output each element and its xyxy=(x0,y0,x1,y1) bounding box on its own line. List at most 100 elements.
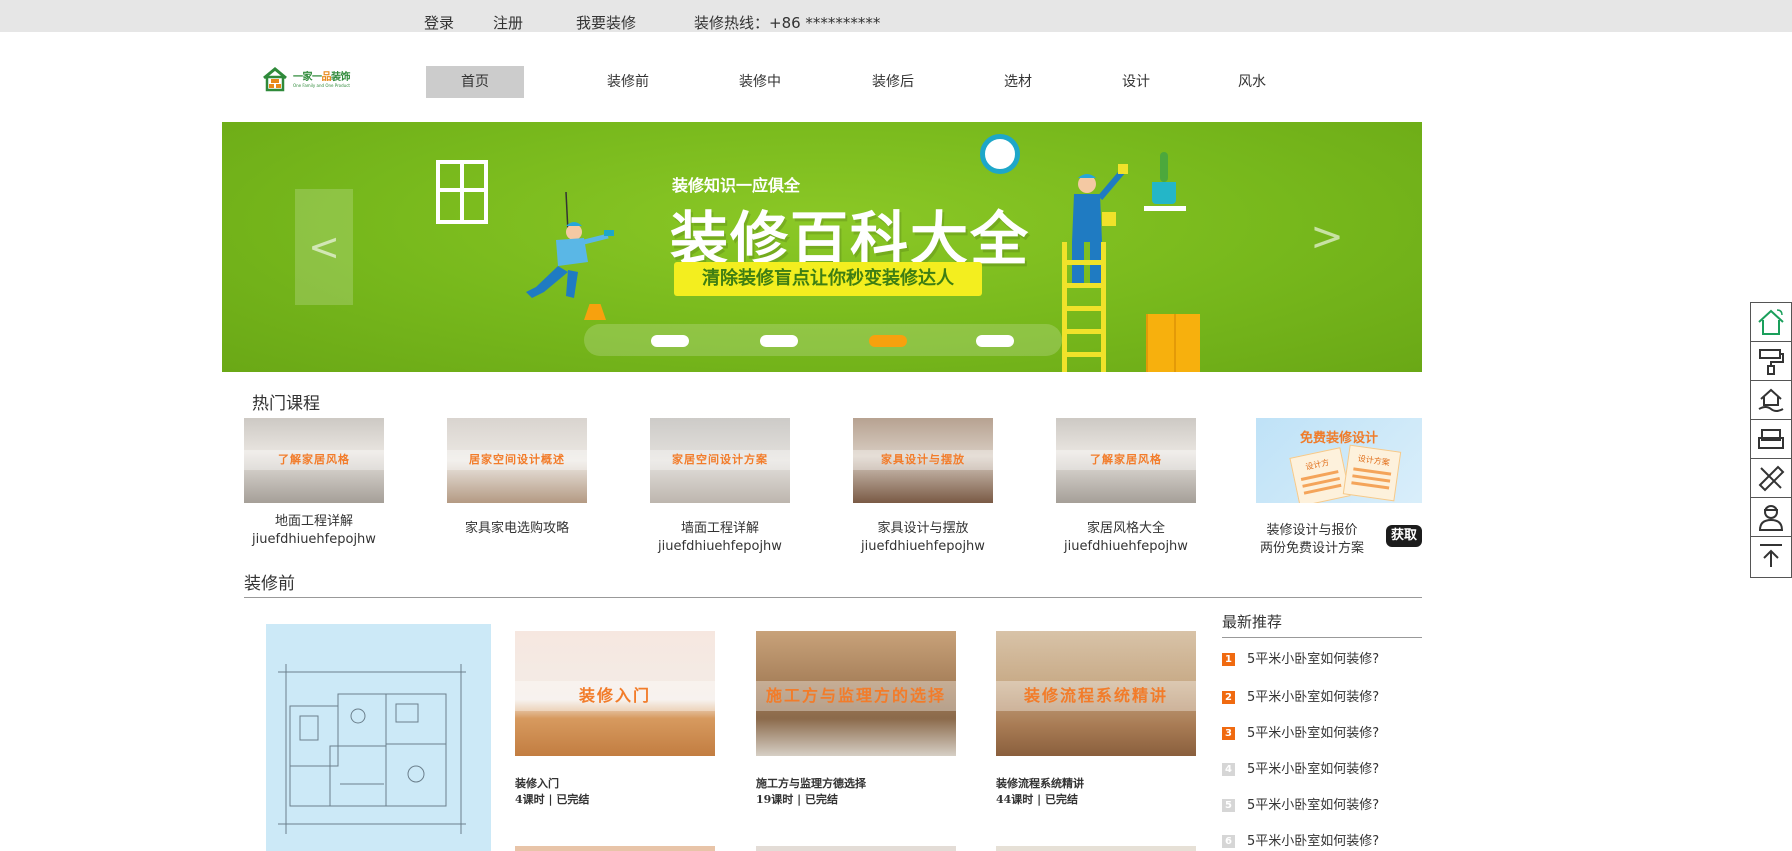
course-title[interactable]: 家居风格大全 xyxy=(1056,520,1196,538)
designer-button[interactable] xyxy=(1751,498,1791,537)
lesson-card[interactable]: 装修入门 装修入门 4课时 | 已完结 xyxy=(515,631,715,808)
latest-link[interactable]: 5平米小卧室如何装修? xyxy=(1247,797,1379,815)
latest-list-item[interactable]: 1 5平米小卧室如何装修? xyxy=(1222,651,1422,669)
home-icon xyxy=(1758,309,1784,335)
house-hand-icon xyxy=(1758,388,1784,412)
lesson-card[interactable]: 施工方与监理方的选择 施工方与监理方德选择 19课时 | 已完结 xyxy=(756,631,956,808)
course-thumb-caption: 家居空间设计方案 xyxy=(650,450,790,470)
nav-during[interactable]: 装修中 xyxy=(730,66,790,98)
latest-list-item[interactable]: 5 5平米小卧室如何装修? xyxy=(1222,797,1422,815)
banner-dot-2[interactable] xyxy=(760,335,798,347)
banner-prev-button[interactable]: < xyxy=(295,189,353,305)
course-card[interactable]: 了解家居风格 地面工程详解 jiuefdhiuehfepojhw xyxy=(244,418,384,549)
furniture-button[interactable] xyxy=(1751,420,1791,459)
cabinet-illustration xyxy=(1146,314,1200,372)
banner-subline-strip: 清除装修盲点让你秒变装修达人 xyxy=(674,262,982,296)
service-button[interactable] xyxy=(1751,381,1791,420)
lesson-thumbnail[interactable]: 装修入门 xyxy=(515,631,715,756)
rank-badge: 6 xyxy=(1222,835,1235,848)
course-title[interactable]: 地面工程详解 xyxy=(244,513,384,531)
top-bar: 登录 注册 我要装修 装修热线：+86 ********** xyxy=(0,0,1792,32)
course-card[interactable]: 家具设计与摆放 家具设计与摆放 jiuefdhiuehfepojhw xyxy=(853,418,993,556)
latest-list-item[interactable]: 3 5平米小卧室如何装修? xyxy=(1222,725,1422,743)
course-subtitle: jiuefdhiuehfepojhw xyxy=(658,539,782,554)
nav-fengshui[interactable]: 风水 xyxy=(1222,66,1282,98)
paint-roller-icon xyxy=(1759,349,1784,375)
lesson-meta: 44课时 | 已完结 xyxy=(996,793,1078,806)
latest-list-item[interactable]: 2 5平米小卧室如何装修? xyxy=(1222,689,1422,707)
lesson-thumbnail[interactable]: 施工方与监理方的选择 xyxy=(756,631,956,756)
course-card[interactable]: 了解家居风格 家居风格大全 jiuefdhiuehfepojhw xyxy=(1056,418,1196,556)
rank-badge: 2 xyxy=(1222,691,1235,704)
course-thumbnail[interactable]: 家具设计与摆放 xyxy=(853,418,993,503)
before-section-title: 装修前 xyxy=(244,574,295,594)
logo-text: 一家一品装饰 xyxy=(293,72,351,83)
lesson-thumbnail-partial[interactable] xyxy=(996,846,1196,851)
latest-link[interactable]: 5平米小卧室如何装修? xyxy=(1247,725,1379,743)
course-title[interactable]: 家具设计与摆放 xyxy=(853,520,993,538)
lesson-name[interactable]: 装修流程系统精讲 xyxy=(996,776,1196,792)
lesson-name[interactable]: 装修入门 xyxy=(515,776,715,792)
sofa-icon xyxy=(1758,429,1784,449)
nav-home[interactable]: 首页 xyxy=(426,66,524,98)
course-thumb-caption: 了解家居风格 xyxy=(244,450,384,470)
course-title[interactable]: 家具家电选购攻略 xyxy=(447,520,587,538)
wall-shelf-illustration xyxy=(436,160,488,224)
nav-design[interactable]: 设计 xyxy=(1106,66,1166,98)
login-link[interactable]: 登录 xyxy=(424,14,454,32)
banner-next-button[interactable]: > xyxy=(1307,207,1347,267)
course-thumbnail[interactable]: 家居空间设计方案 xyxy=(650,418,790,503)
nav-materials[interactable]: 选材 xyxy=(988,66,1048,98)
get-free-design-button[interactable]: 获取 xyxy=(1386,525,1422,547)
free-design-thumbnail[interactable]: 免费装修设计 设计方 设计方案 xyxy=(1256,418,1422,503)
latest-divider xyxy=(1222,637,1422,638)
decorate-button[interactable] xyxy=(1751,342,1791,381)
nav-before[interactable]: 装修前 xyxy=(598,66,658,98)
course-thumb-caption: 了解家居风格 xyxy=(1056,450,1196,470)
back-to-top-icon xyxy=(1760,544,1782,567)
free-design-line2: 两份免费设计方案 xyxy=(1259,541,1364,556)
latest-link[interactable]: 5平米小卧室如何装修? xyxy=(1247,651,1379,669)
hotline-text: 装修热线：+86 ********** xyxy=(694,14,881,32)
floor-plan-image[interactable] xyxy=(266,624,491,851)
lesson-meta: 19课时 | 已完结 xyxy=(756,793,838,806)
latest-link[interactable]: 5平米小卧室如何装修? xyxy=(1247,761,1379,779)
course-thumbnail[interactable]: 了解家居风格 xyxy=(244,418,384,503)
design-tools-button[interactable] xyxy=(1751,459,1791,498)
banner-subline: 清除装修盲点让你秒变装修达人 xyxy=(702,268,954,289)
latest-link[interactable]: 5平米小卧室如何装修? xyxy=(1247,689,1379,707)
lesson-thumb-caption: 装修入门 xyxy=(515,681,715,711)
banner-dot-4[interactable] xyxy=(976,335,1014,347)
banner-dot-1[interactable] xyxy=(651,335,689,347)
course-card[interactable]: 居家空间设计概述 家具家电选购攻略 xyxy=(447,418,587,538)
home-button[interactable] xyxy=(1751,303,1791,342)
lesson-thumbnail-partial[interactable] xyxy=(515,846,715,851)
course-subtitle: jiuefdhiuehfepojhw xyxy=(1064,539,1188,554)
register-link[interactable]: 注册 xyxy=(493,14,523,32)
course-card[interactable]: 家居空间设计方案 墙面工程详解 jiuefdhiuehfepojhw xyxy=(650,418,790,556)
course-thumbnail[interactable]: 居家空间设计概述 xyxy=(447,418,587,503)
logo-house-icon xyxy=(263,67,287,92)
latest-link[interactable]: 5平米小卧室如何装修? xyxy=(1247,833,1379,851)
latest-list-item[interactable]: 6 5平米小卧室如何装修? xyxy=(1222,833,1422,851)
want-renovate-link[interactable]: 我要装修 xyxy=(576,14,636,32)
design-paper-illustration: 设计方 xyxy=(1289,447,1351,503)
course-thumbnail[interactable]: 了解家居风格 xyxy=(1056,418,1196,503)
nav-after[interactable]: 装修后 xyxy=(863,66,923,98)
free-design-line1: 装修设计与报价 xyxy=(1266,523,1358,538)
banner-dot-3[interactable] xyxy=(869,335,907,347)
lesson-meta: 4课时 | 已完结 xyxy=(515,793,590,806)
logo-tagline: One Family and One Product xyxy=(293,83,350,88)
lesson-thumbnail[interactable]: 装修流程系统精讲 xyxy=(996,631,1196,756)
course-title[interactable]: 墙面工程详解 xyxy=(650,520,790,538)
plant-shelf-illustration xyxy=(1144,206,1186,211)
lesson-card[interactable]: 装修流程系统精讲 装修流程系统精讲 44课时 | 已完结 xyxy=(996,631,1196,808)
rank-badge: 5 xyxy=(1222,799,1235,812)
hero-banner[interactable]: 装修知识一应俱全 装修百科大全 清除装修盲点让你秒变装修达人 < > xyxy=(222,122,1422,372)
lesson-thumbnail-partial[interactable] xyxy=(756,846,956,851)
site-logo[interactable]: 一家一品装饰 One Family and One Product xyxy=(262,64,362,94)
lesson-name[interactable]: 施工方与监理方德选择 xyxy=(756,776,956,792)
back-to-top-button[interactable] xyxy=(1751,537,1791,576)
latest-list-item[interactable]: 4 5平米小卧室如何装修? xyxy=(1222,761,1422,779)
ruler-pencil-icon xyxy=(1758,465,1785,492)
